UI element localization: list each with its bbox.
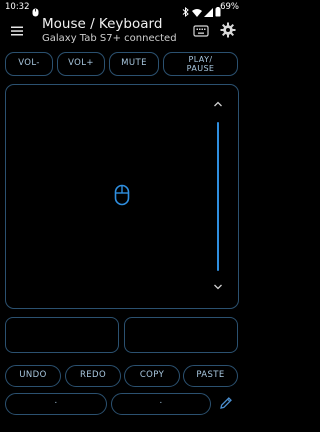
menu-icon (11, 26, 23, 36)
battery-percent: 69% (220, 2, 239, 12)
scroll-up-icon[interactable] (213, 100, 223, 108)
keyboard-button[interactable] (193, 23, 209, 37)
status-time: 10:32 (5, 2, 30, 12)
undo-button[interactable]: UNDO (5, 365, 61, 387)
settings-button[interactable] (220, 22, 236, 38)
volume-down-button[interactable]: VOL- (5, 52, 53, 76)
scroll-track[interactable] (217, 122, 219, 271)
keyboard-icon (193, 25, 209, 37)
paste-button[interactable]: PASTE (183, 365, 238, 387)
status-bar: 10:32 69% (0, 0, 243, 18)
right-click-button[interactable] (124, 317, 238, 353)
redo-button[interactable]: REDO (65, 365, 121, 387)
mouse-icon (114, 184, 130, 206)
connection-status: Galaxy Tab S7+ connected (42, 33, 177, 44)
gear-icon (220, 22, 236, 38)
bottom-right-button[interactable]: . (111, 393, 211, 415)
page-title: Mouse / Keyboard (42, 16, 163, 32)
copy-button[interactable]: COPY (124, 365, 180, 387)
bottom-left-button[interactable]: . (5, 393, 107, 415)
app-bar: Mouse / Keyboard Galaxy Tab S7+ connecte… (0, 14, 243, 48)
pencil-icon (220, 397, 232, 409)
menu-button[interactable] (9, 23, 25, 39)
volume-up-button[interactable]: VOL+ (57, 52, 105, 76)
mute-button[interactable]: MUTE (109, 52, 159, 76)
touchpad[interactable] (5, 84, 239, 309)
play-pause-button[interactable]: PLAY/ PAUSE (163, 52, 238, 76)
edit-button[interactable] (218, 395, 234, 411)
scroll-down-icon[interactable] (213, 283, 223, 291)
left-click-button[interactable] (5, 317, 119, 353)
